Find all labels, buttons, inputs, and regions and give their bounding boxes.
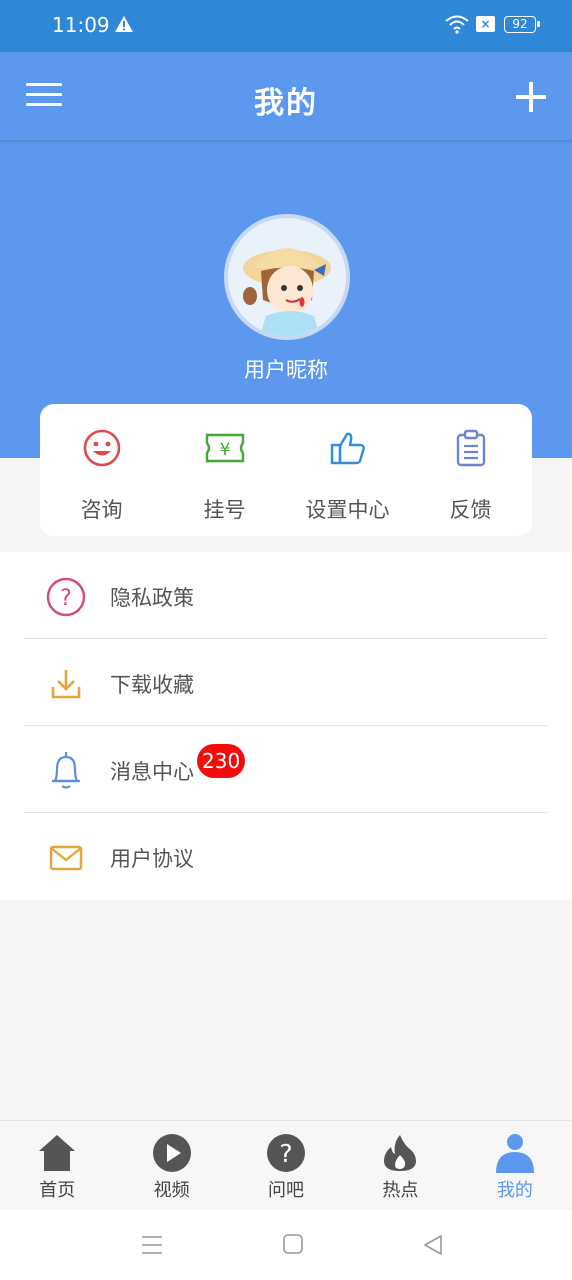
system-nav-bar	[0, 1210, 572, 1280]
download-icon	[46, 664, 86, 704]
nav-label: 我的	[496, 1180, 533, 1201]
nav-item-home[interactable]: 首页	[0, 1121, 114, 1210]
bottom-nav: 首页 视频 ? 问吧 热点 我的	[0, 1120, 572, 1210]
battery-indicator: 92	[504, 16, 540, 33]
status-time: 11:09	[52, 13, 110, 37]
nav-label: 问吧	[268, 1180, 305, 1201]
home-icon	[37, 1132, 77, 1174]
home-square-icon[interactable]	[283, 1234, 303, 1258]
menu-list: ? 隐私政策 下载收藏 消息中心 用户协议 230	[0, 552, 572, 900]
add-icon[interactable]	[514, 80, 548, 114]
quick-action-label: 反馈	[449, 498, 492, 522]
nav-item-hot[interactable]: 热点	[343, 1121, 457, 1210]
list-item-label: 用户协议	[110, 847, 194, 871]
bell-icon	[46, 751, 86, 791]
nav-item-mine[interactable]: 我的	[458, 1121, 572, 1210]
list-item-privacy[interactable]: ? 隐私政策	[0, 552, 572, 639]
clipboard-icon	[454, 428, 488, 468]
person-icon	[494, 1132, 536, 1174]
user-nickname[interactable]: 用户昵称	[0, 354, 572, 384]
quick-action-label: 设置中心	[305, 498, 390, 522]
svg-text:¥: ¥	[219, 440, 230, 460]
quick-actions-card: 咨询 ¥ 挂号 设置中心 反馈	[40, 404, 532, 536]
message-count-badge: 230	[197, 744, 246, 778]
quick-action-feedback[interactable]: 反馈	[409, 404, 532, 536]
nav-item-ask[interactable]: ? 问吧	[229, 1121, 343, 1210]
sim-off-icon: ×	[476, 16, 495, 32]
thumbs-up-icon	[329, 428, 367, 468]
list-item-label: 下载收藏	[110, 673, 194, 697]
smiley-icon	[82, 428, 122, 468]
question-circle-icon: ?	[46, 577, 86, 617]
list-item-label: 隐私政策	[110, 586, 194, 610]
svg-text:?: ?	[60, 586, 72, 611]
list-item-agreement[interactable]: 用户协议	[0, 813, 572, 900]
recents-icon[interactable]	[141, 1234, 163, 1260]
nav-label: 视频	[153, 1180, 190, 1201]
status-bar: 11:09 × 92	[0, 0, 572, 52]
quick-action-register[interactable]: ¥ 挂号	[163, 404, 286, 536]
list-item-label: 消息中心	[110, 760, 194, 784]
question-icon: ?	[266, 1132, 306, 1174]
list-item-downloads[interactable]: 下载收藏	[0, 639, 572, 726]
nav-label: 首页	[39, 1180, 76, 1201]
avatar[interactable]	[224, 214, 350, 340]
nav-item-video[interactable]: 视频	[114, 1121, 228, 1210]
mail-icon	[46, 838, 86, 878]
nav-label: 热点	[382, 1180, 419, 1201]
quick-action-label: 挂号	[203, 498, 246, 522]
list-item-messages[interactable]: 消息中心	[0, 726, 572, 813]
quick-action-settings[interactable]: 设置中心	[286, 404, 409, 536]
app-header: 我的	[0, 52, 572, 140]
quick-action-label: 咨询	[80, 498, 123, 522]
quick-action-consult[interactable]: 咨询	[40, 404, 163, 536]
warning-icon	[114, 15, 134, 37]
yen-ticket-icon: ¥	[204, 428, 246, 468]
svg-text:?: ?	[279, 1139, 292, 1168]
play-icon	[152, 1132, 192, 1174]
back-triangle-icon[interactable]	[423, 1234, 443, 1260]
page-title: 我的	[254, 86, 318, 121]
flame-icon	[382, 1132, 418, 1174]
wifi-icon	[444, 14, 470, 38]
